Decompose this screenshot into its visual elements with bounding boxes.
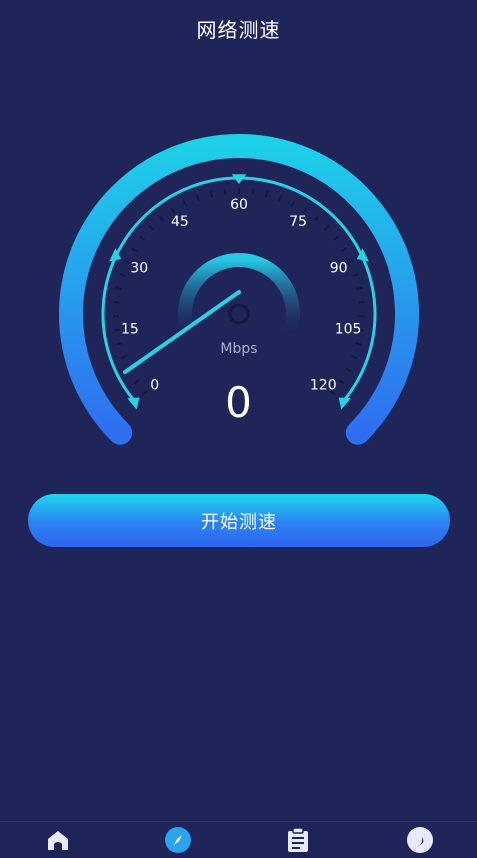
bottom-tab-bar [0, 821, 477, 858]
unit-label: Mbps [220, 341, 257, 357]
tick-label-105: 105 [335, 321, 362, 337]
tab-settings[interactable] [390, 822, 450, 858]
moon-icon [406, 826, 434, 854]
start-test-button-label: 开始测速 [201, 508, 277, 534]
tab-speedtest[interactable] [148, 822, 208, 858]
tab-records[interactable] [268, 822, 328, 858]
speed-value: 0 [0, 378, 477, 427]
tab-home[interactable] [28, 822, 88, 858]
tick-label-75: 75 [289, 214, 307, 230]
start-test-button[interactable]: 开始测速 [28, 494, 450, 547]
gauge-hub [230, 305, 248, 323]
tick-label-15: 15 [121, 321, 139, 337]
compass-icon [164, 826, 192, 854]
tick-label-45: 45 [171, 214, 189, 230]
tick-label-60: 60 [230, 197, 248, 213]
tick-label-90: 90 [330, 261, 348, 277]
gauge-tick-labels: 0153045607590105120 [121, 197, 361, 394]
home-icon [45, 829, 71, 851]
tick-label-30: 30 [130, 261, 148, 277]
clipboard-icon [285, 827, 311, 853]
